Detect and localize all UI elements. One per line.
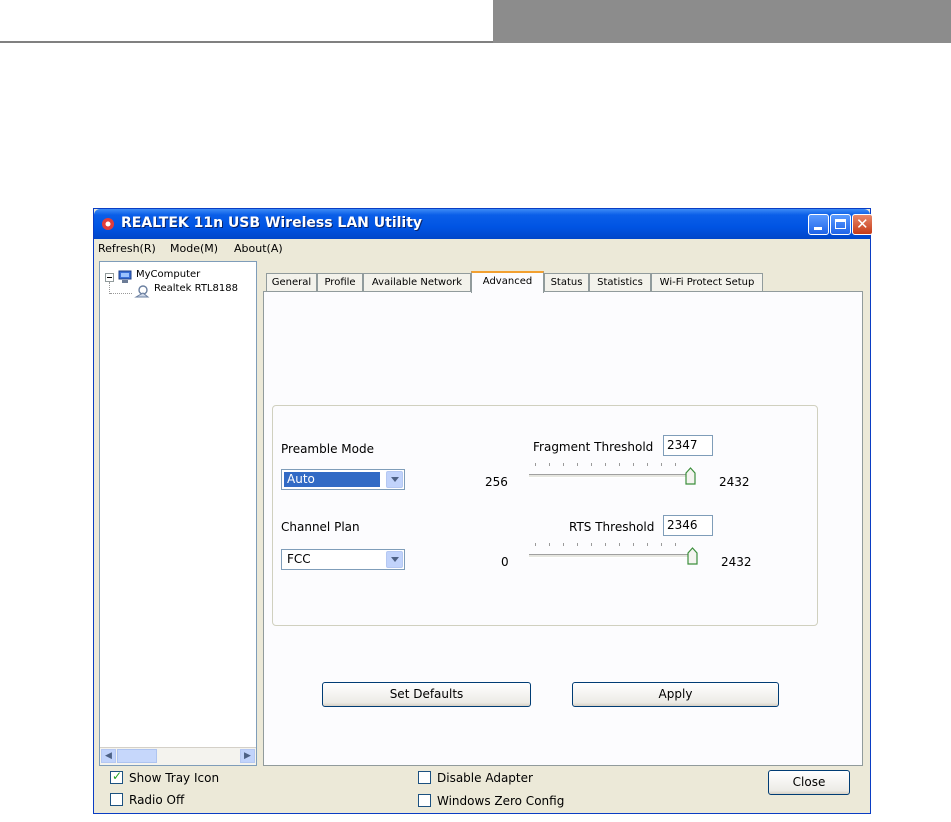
wireless-adapter-icon bbox=[134, 285, 150, 298]
close-window-button[interactable]: ✕ bbox=[852, 214, 873, 235]
collapse-toggle[interactable] bbox=[105, 273, 114, 282]
scroll-thumb[interactable] bbox=[117, 749, 157, 763]
menu-about[interactable]: About(A) bbox=[234, 242, 283, 255]
rts-threshold-slider[interactable] bbox=[529, 540, 699, 565]
menu-bar: Refresh(R) Mode(M) About(A) bbox=[94, 239, 870, 258]
slider-tick bbox=[577, 463, 578, 466]
slider-tick bbox=[647, 543, 648, 546]
disable-adapter-checkbox[interactable] bbox=[418, 771, 431, 784]
utility-window: REALTEK 11n USB Wireless LAN Utility ✕ R… bbox=[93, 208, 873, 814]
tree-connector bbox=[110, 293, 132, 294]
computer-icon bbox=[118, 270, 132, 283]
advanced-settings-group: Preamble Mode Auto Channel Plan FCC Frag… bbox=[272, 405, 818, 626]
show-tray-icon-checkbox[interactable]: ✓ bbox=[110, 769, 123, 784]
menu-mode[interactable]: Mode(M) bbox=[170, 242, 218, 255]
radio-off-label: Radio Off bbox=[129, 793, 185, 807]
document-header-band bbox=[493, 0, 951, 43]
fragment-threshold-label: Fragment Threshold bbox=[533, 440, 654, 454]
fragment-threshold-slider[interactable] bbox=[529, 460, 699, 485]
fragment-max-label: 2432 bbox=[719, 475, 750, 489]
channel-plan-label: Channel Plan bbox=[281, 520, 360, 534]
slider-tick bbox=[605, 543, 606, 546]
slider-thumb[interactable] bbox=[687, 547, 698, 565]
minimize-icon bbox=[814, 227, 822, 230]
slider-tick bbox=[605, 463, 606, 466]
document-header-rule bbox=[0, 41, 493, 43]
windows-zero-config-checkbox[interactable] bbox=[418, 794, 431, 807]
slider-tick bbox=[549, 463, 550, 466]
close-button[interactable]: Close bbox=[768, 770, 850, 795]
tree-adapter-label[interactable]: Realtek RTL8188 bbox=[154, 283, 254, 294]
slider-tick bbox=[591, 463, 592, 466]
title-bar[interactable]: REALTEK 11n USB Wireless LAN Utility ✕ bbox=[94, 209, 873, 239]
fragment-min-label: 256 bbox=[485, 475, 508, 489]
check-icon: ✓ bbox=[112, 769, 123, 783]
slider-track bbox=[529, 554, 695, 558]
tree-root-label[interactable]: MyComputer bbox=[136, 269, 200, 280]
windows-zero-config-label: Windows Zero Config bbox=[437, 794, 565, 808]
tab-wifi-protect-setup[interactable]: Wi-Fi Protect Setup bbox=[651, 273, 763, 292]
maximize-icon bbox=[835, 219, 846, 229]
slider-tick bbox=[661, 543, 662, 546]
minimize-button[interactable] bbox=[808, 214, 829, 235]
app-icon bbox=[102, 218, 114, 230]
window-title: REALTEK 11n USB Wireless LAN Utility bbox=[121, 215, 423, 231]
slider-tick bbox=[675, 463, 676, 466]
slider-tick bbox=[661, 463, 662, 466]
slider-tick bbox=[675, 543, 676, 546]
slider-tick bbox=[563, 543, 564, 546]
tab-general[interactable]: General bbox=[266, 273, 317, 292]
slider-thumb[interactable] bbox=[685, 467, 696, 485]
rts-threshold-label: RTS Threshold bbox=[569, 520, 655, 534]
disable-adapter-label: Disable Adapter bbox=[437, 771, 533, 785]
advanced-panel: Preamble Mode Auto Channel Plan FCC Frag… bbox=[263, 291, 863, 766]
show-tray-icon-option[interactable]: ✓ Show Tray Icon bbox=[110, 769, 220, 785]
slider-tick bbox=[577, 543, 578, 546]
menu-refresh[interactable]: Refresh(R) bbox=[98, 242, 156, 255]
disable-adapter-option[interactable]: Disable Adapter bbox=[418, 771, 533, 785]
slider-tick bbox=[535, 463, 536, 466]
tab-available-network[interactable]: Available Network bbox=[363, 273, 471, 292]
preamble-mode-select[interactable]: Auto bbox=[281, 469, 405, 490]
rts-min-label: 0 bbox=[501, 555, 509, 569]
rts-threshold-input[interactable]: 2346 bbox=[663, 515, 713, 536]
windows-zero-config-option[interactable]: Windows Zero Config bbox=[418, 794, 564, 808]
scroll-left-button[interactable]: ◀ bbox=[101, 749, 116, 763]
slider-track bbox=[529, 474, 695, 478]
maximize-button[interactable] bbox=[830, 214, 851, 235]
slider-tick bbox=[563, 463, 564, 466]
slider-tick bbox=[535, 543, 536, 546]
radio-off-checkbox[interactable] bbox=[110, 793, 123, 806]
slider-tick bbox=[549, 543, 550, 546]
slider-tick bbox=[647, 463, 648, 466]
close-icon: ✕ bbox=[856, 215, 869, 233]
fragment-threshold-input[interactable]: 2347 bbox=[663, 435, 713, 456]
channel-plan-value: FCC bbox=[287, 552, 311, 566]
tab-profile[interactable]: Profile bbox=[317, 273, 363, 292]
dropdown-arrow-icon[interactable] bbox=[386, 471, 403, 488]
rts-max-label: 2432 bbox=[721, 555, 752, 569]
apply-button[interactable]: Apply bbox=[572, 682, 779, 707]
channel-plan-select[interactable]: FCC bbox=[281, 549, 405, 570]
tab-status[interactable]: Status bbox=[544, 273, 589, 292]
dropdown-arrow-icon[interactable] bbox=[386, 551, 403, 568]
slider-tick bbox=[633, 463, 634, 466]
adapter-tree[interactable]: MyComputer Realtek RTL8188 ◀ ▶ bbox=[99, 261, 257, 766]
tab-advanced[interactable]: Advanced bbox=[471, 271, 544, 293]
set-defaults-button[interactable]: Set Defaults bbox=[322, 682, 531, 707]
scroll-right-button[interactable]: ▶ bbox=[240, 749, 255, 763]
radio-off-option[interactable]: Radio Off bbox=[110, 793, 184, 807]
slider-tick bbox=[591, 543, 592, 546]
slider-tick bbox=[619, 543, 620, 546]
preamble-mode-label: Preamble Mode bbox=[281, 442, 374, 456]
slider-tick bbox=[619, 463, 620, 466]
tree-horizontal-scrollbar[interactable]: ◀ ▶ bbox=[100, 747, 256, 765]
tab-statistics[interactable]: Statistics bbox=[589, 273, 651, 292]
show-tray-icon-label: Show Tray Icon bbox=[129, 771, 220, 785]
preamble-mode-value: Auto bbox=[284, 472, 380, 487]
slider-tick bbox=[633, 543, 634, 546]
